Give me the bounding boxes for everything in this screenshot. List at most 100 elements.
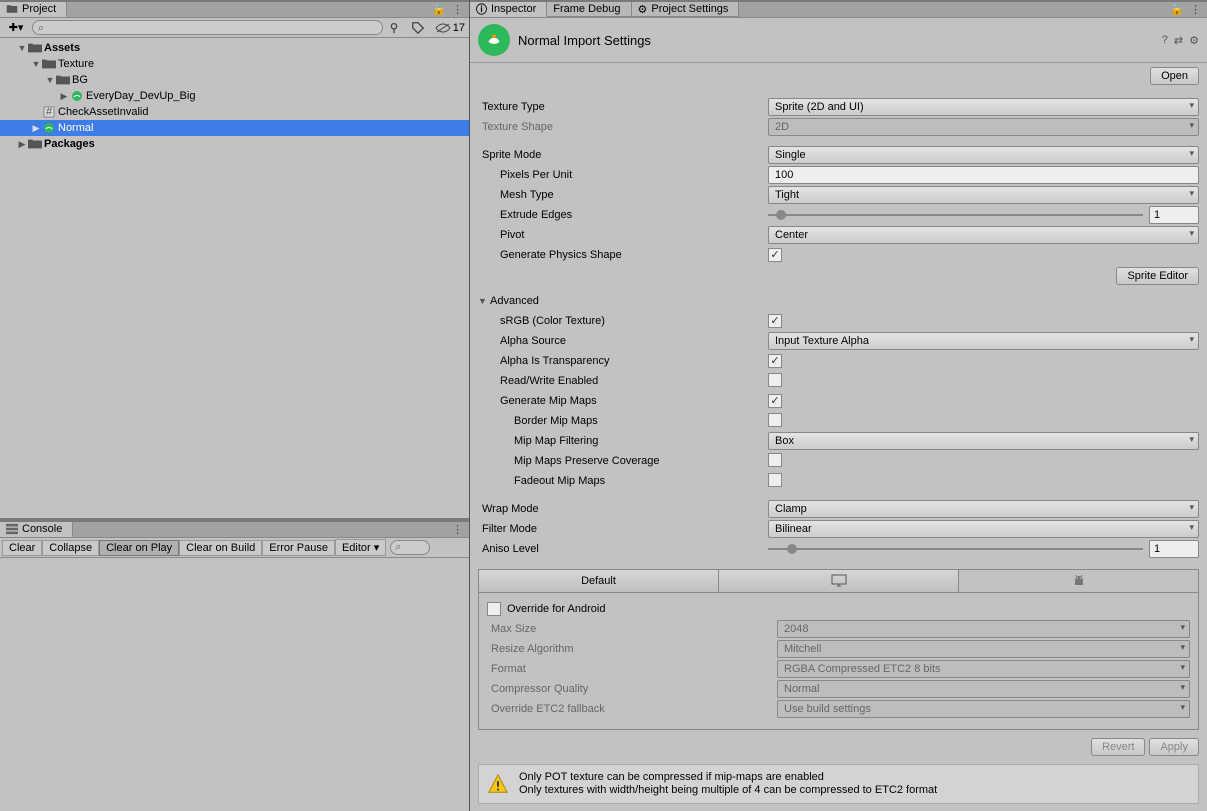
lock-icon[interactable]: 🔓 xyxy=(432,3,446,16)
tree-label: Texture xyxy=(58,58,94,70)
error-pause-button[interactable]: Error Pause xyxy=(262,540,335,556)
preset-icon[interactable]: ⇄ xyxy=(1174,34,1183,47)
extrude-slider[interactable] xyxy=(768,208,1143,222)
platform-android-tab[interactable] xyxy=(959,570,1198,592)
texture-shape-label: Texture Shape xyxy=(478,121,768,133)
bordermip-checkbox[interactable] xyxy=(768,413,782,427)
folder-icon xyxy=(28,42,42,54)
pivot-dropdown[interactable]: Center xyxy=(768,226,1199,244)
tree-label: Assets xyxy=(44,42,80,54)
context-menu-icon[interactable]: ⋮ xyxy=(452,523,463,536)
hidden-count[interactable]: 17 xyxy=(435,22,465,34)
tree-label: EveryDay_DevUp_Big xyxy=(86,90,195,102)
frame-debug-tab[interactable]: Frame Debug xyxy=(547,2,631,17)
alpha-trans-label: Alpha Is Transparency xyxy=(478,355,768,367)
project-settings-tab[interactable]: ⚙ Project Settings xyxy=(632,2,740,17)
editor-dropdown[interactable]: Editor ▾ xyxy=(335,539,386,556)
filter-by-type-button[interactable] xyxy=(387,21,407,35)
tree-label: Normal xyxy=(58,122,93,134)
project-settings-tab-label: Project Settings xyxy=(651,3,728,15)
aniso-slider[interactable] xyxy=(768,542,1143,556)
etc2-dropdown: Use build settings xyxy=(777,700,1190,718)
apply-button[interactable]: Apply xyxy=(1149,738,1199,756)
project-tab-label: Project xyxy=(22,3,56,15)
aniso-value[interactable]: 1 xyxy=(1149,540,1199,558)
tree-label: CheckAssetInvalid xyxy=(58,106,149,118)
mipfilter-dropdown[interactable]: Box xyxy=(768,432,1199,450)
gen-physics-checkbox[interactable] xyxy=(768,248,782,262)
extrude-value[interactable]: 1 xyxy=(1149,206,1199,224)
inspector-tab[interactable]: ⓘ Inspector xyxy=(470,2,547,17)
fadeoutmip-checkbox[interactable] xyxy=(768,473,782,487)
platform-default-tab[interactable]: Default xyxy=(479,570,719,592)
project-tab[interactable]: Project xyxy=(0,2,67,17)
tree-everyday[interactable]: ▶ EveryDay_DevUp_Big xyxy=(0,88,469,104)
inspector-tab-bar: ⓘ Inspector Frame Debug ⚙ Project Settin… xyxy=(470,0,1207,18)
platform-standalone-tab[interactable] xyxy=(719,570,959,592)
readwrite-checkbox[interactable] xyxy=(768,373,782,387)
project-toolbar: ✚▾ ⌕ 17 xyxy=(0,18,469,38)
gear-icon: ⚙ xyxy=(638,3,648,16)
advanced-foldout[interactable]: ▼Advanced xyxy=(478,291,1199,311)
warning-line1: Only POT texture can be compressed if mi… xyxy=(519,771,937,784)
texture-type-dropdown[interactable]: Sprite (2D and UI) xyxy=(768,98,1199,116)
resize-dropdown: Mitchell xyxy=(777,640,1190,658)
filter-by-label-button[interactable] xyxy=(411,21,431,35)
clear-button[interactable]: Clear xyxy=(2,540,42,556)
project-tab-bar: Project 🔓 ⋮ xyxy=(0,0,469,18)
maxsize-dropdown: 2048 xyxy=(777,620,1190,638)
gear-icon[interactable]: ⚙ xyxy=(1189,34,1199,47)
bordermip-label: Border Mip Maps xyxy=(478,415,768,427)
ppu-input[interactable]: 100 xyxy=(768,166,1199,184)
texture-type-label: Texture Type xyxy=(478,101,768,113)
tree-normal[interactable]: ▶ Normal xyxy=(0,120,469,136)
collapse-button[interactable]: Collapse xyxy=(42,540,99,556)
sprite-mode-label: Sprite Mode xyxy=(478,149,768,161)
console-search-input[interactable]: ⌕ xyxy=(390,540,430,555)
ppu-label: Pixels Per Unit xyxy=(478,169,768,181)
wrap-label: Wrap Mode xyxy=(478,503,768,515)
tree-assets[interactable]: ▼ Assets xyxy=(0,40,469,56)
genmip-checkbox[interactable] xyxy=(768,394,782,408)
context-menu-icon[interactable]: ⋮ xyxy=(452,3,463,16)
sprite-mode-dropdown[interactable]: Single xyxy=(768,146,1199,164)
create-button[interactable]: ✚▾ xyxy=(4,21,28,34)
project-search-input[interactable]: ⌕ xyxy=(32,20,383,35)
texture-shape-dropdown: 2D xyxy=(768,118,1199,136)
help-icon[interactable]: ? xyxy=(1162,34,1168,47)
mippreserve-label: Mip Maps Preserve Coverage xyxy=(478,455,768,467)
clear-on-build-button[interactable]: Clear on Build xyxy=(179,540,262,556)
tree-texture[interactable]: ▼ Texture xyxy=(0,56,469,72)
info-icon: ⓘ xyxy=(476,1,487,17)
search-icon: ⌕ xyxy=(38,22,44,35)
revert-button[interactable]: Revert xyxy=(1091,738,1145,756)
readwrite-label: Read/Write Enabled xyxy=(478,375,768,387)
wrap-dropdown[interactable]: Clamp xyxy=(768,500,1199,518)
inspector-title: Normal Import Settings xyxy=(518,33,1162,48)
tree-packages[interactable]: ▶ Packages xyxy=(0,136,469,152)
fadeoutmip-label: Fadeout Mip Maps xyxy=(478,475,768,487)
mesh-type-dropdown[interactable]: Tight xyxy=(768,186,1199,204)
mippreserve-checkbox[interactable] xyxy=(768,453,782,467)
open-button[interactable]: Open xyxy=(1150,67,1199,85)
filtermode-dropdown[interactable]: Bilinear xyxy=(768,520,1199,538)
context-menu-icon[interactable]: ⋮ xyxy=(1190,3,1201,16)
format-dropdown: RGBA Compressed ETC2 8 bits xyxy=(777,660,1190,678)
format-label: Format xyxy=(487,663,777,675)
tree-label: Packages xyxy=(44,138,95,150)
platform-tabs: Default xyxy=(478,569,1199,593)
alpha-source-label: Alpha Source xyxy=(478,335,768,347)
lock-icon[interactable]: 🔓 xyxy=(1170,3,1184,16)
alpha-trans-checkbox[interactable] xyxy=(768,354,782,368)
console-tab[interactable]: Console xyxy=(0,522,73,537)
frame-debug-tab-label: Frame Debug xyxy=(553,3,620,15)
alpha-source-dropdown[interactable]: Input Texture Alpha xyxy=(768,332,1199,350)
sprite-editor-button[interactable]: Sprite Editor xyxy=(1116,267,1199,285)
override-android-checkbox[interactable] xyxy=(487,602,501,616)
inspector-properties: Texture Type Sprite (2D and UI) Texture … xyxy=(470,93,1207,811)
srgb-checkbox[interactable] xyxy=(768,314,782,328)
inspector-tab-label: Inspector xyxy=(491,3,536,15)
tree-bg[interactable]: ▼ BG xyxy=(0,72,469,88)
tree-checkasset[interactable]: # CheckAssetInvalid xyxy=(0,104,469,120)
clear-on-play-button[interactable]: Clear on Play xyxy=(99,540,179,556)
